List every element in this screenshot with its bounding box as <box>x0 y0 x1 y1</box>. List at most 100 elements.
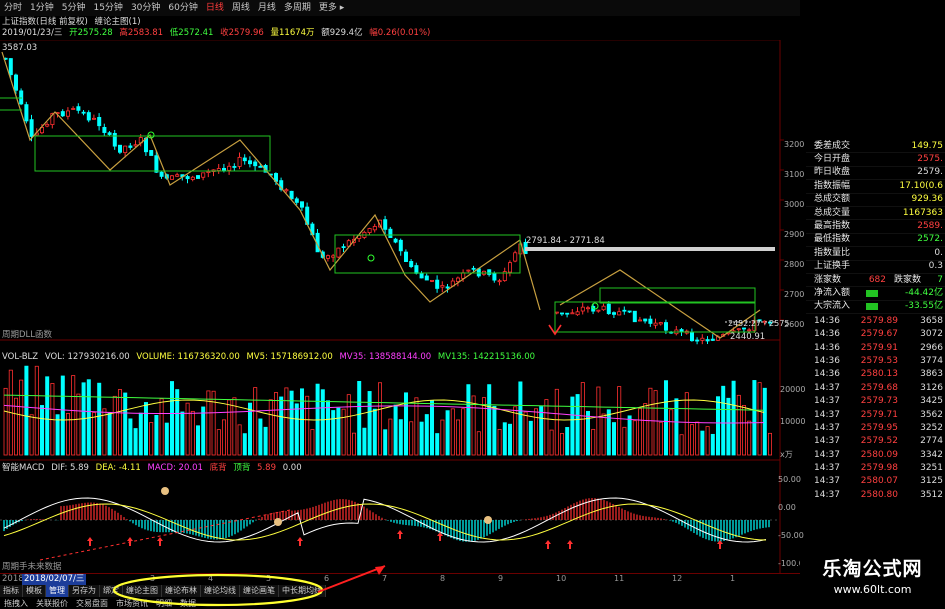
tick-row: 14:37 2580.80 3512 <box>806 488 945 501</box>
bottom-tab[interactable]: 中长期均线 <box>279 585 326 597</box>
bottom-link[interactable]: 关联报价 <box>32 598 72 609</box>
candle-body <box>107 132 112 135</box>
stat-label: 昨日收盘 <box>814 167 851 178</box>
volume-bar <box>752 380 757 456</box>
volume-tick: 20000 <box>780 385 806 394</box>
stat-label: 最低指数 <box>814 234 851 245</box>
volume-bar <box>138 412 143 456</box>
bottom-tab[interactable]: 模板 <box>23 585 46 597</box>
volume-bar <box>684 392 689 456</box>
inner-label: 2452.27 - 2575 <box>728 319 790 328</box>
candle-body <box>242 157 247 162</box>
candle-body <box>575 311 580 316</box>
formula-name[interactable]: 缠论主图(1) <box>95 17 141 27</box>
volume-bar <box>648 387 653 456</box>
candle-body <box>154 155 159 173</box>
volume-bar <box>747 420 752 456</box>
bottom-tab[interactable]: 管理 <box>46 585 69 597</box>
volume-bar <box>674 398 679 456</box>
bottom-tab[interactable]: 缠论均线 <box>201 585 240 597</box>
volume-bar <box>450 408 455 456</box>
chart-title: 上证指数(日线 前复权) <box>2 17 88 27</box>
tick-price: 2579.91 <box>860 342 898 353</box>
candle-body <box>185 176 190 180</box>
tick-price: 2579.53 <box>860 355 898 366</box>
stat-row: 总成交额 929.36 <box>806 194 945 207</box>
bottom-link[interactable]: 数据 <box>176 598 200 609</box>
period-tab[interactable]: 30分钟 <box>127 0 164 16</box>
period-tab[interactable]: 1分钟 <box>26 0 58 16</box>
volume-bar <box>544 399 549 456</box>
macd-indicator-name[interactable]: 智能MACD <box>2 463 44 473</box>
stats-list: 委差成交 149.75 今日开盘 2575. 昨日收盘 2579. 指数振幅 17.10(0.… <box>806 140 945 315</box>
stat-row: 指数振幅 17.10(0.6 <box>806 180 945 194</box>
chart-canvas[interactable] <box>0 40 806 585</box>
volume-bar <box>97 382 102 456</box>
candle-body <box>424 275 429 281</box>
bottom-tab[interactable]: 绑定 <box>100 585 123 597</box>
date-tick: 7 <box>382 574 388 583</box>
bottom-tab[interactable]: 缠论画笔 <box>240 585 279 597</box>
bottom-link[interactable]: 交易盘面 <box>72 598 112 609</box>
volume-bar <box>24 365 29 456</box>
period-tab[interactable]: 周线 <box>228 0 254 16</box>
period-tab[interactable]: 15分钟 <box>89 0 126 16</box>
period-tab[interactable]: 更多 ▸ <box>315 0 348 16</box>
volume-bar <box>341 408 346 456</box>
period-tab[interactable]: 5分钟 <box>58 0 90 16</box>
volume-bar <box>632 420 637 456</box>
period-tab[interactable]: 分时 <box>0 0 26 16</box>
period-tab[interactable]: 多周期 <box>280 0 315 16</box>
stat-value: -33.55亿 <box>904 301 943 312</box>
volume-bar <box>268 399 273 456</box>
dea-value: DEA: -4.11 <box>95 463 141 473</box>
price-tick: 3000 <box>784 200 805 209</box>
volume-bar <box>539 406 544 456</box>
period-tab[interactable]: 60分钟 <box>164 0 201 16</box>
buy-arrow-icon <box>127 537 133 546</box>
tick-volume: 3251 <box>920 463 943 474</box>
bottom-tab[interactable]: 缠论布林 <box>162 585 201 597</box>
volume-bar <box>149 422 154 456</box>
bottom-tab[interactable]: 缠论主图 <box>123 585 162 597</box>
volume-bar <box>612 422 617 456</box>
tick-time: 14:37 <box>814 422 840 433</box>
candle-body <box>414 265 419 274</box>
volume-bar <box>159 398 164 456</box>
candle-body <box>612 312 617 315</box>
volume-bar <box>372 408 377 456</box>
period-tab[interactable]: 月线 <box>254 0 280 16</box>
tick-time: 14:36 <box>814 329 840 340</box>
candle-body <box>60 111 65 117</box>
volume-bar <box>253 387 258 456</box>
stat-label: 最高指数 <box>814 221 851 232</box>
volume-bar <box>336 407 341 456</box>
period-tab[interactable]: 日线 <box>202 0 228 16</box>
tick-row: 14:36 2579.67 3072 <box>806 327 945 340</box>
date-tick: 3 <box>150 574 156 583</box>
bottom-link[interactable]: 拖拽入 <box>0 598 32 609</box>
volume-tick: 10000 <box>780 417 806 426</box>
stat-row: 最低指数 2572. <box>806 234 945 248</box>
bottom-link[interactable]: 明细 <box>152 598 176 609</box>
volume-bar <box>679 434 684 456</box>
mv35-value: MV35: 138588144.00 <box>339 352 432 362</box>
volume-indicator-name[interactable]: VOL-BLZ <box>2 352 38 362</box>
bottom-link[interactable]: 市场资讯 <box>112 598 152 609</box>
candle-body <box>253 161 258 167</box>
volume-value: VOLUME: 116736320.00 <box>136 352 240 362</box>
candle-body <box>435 279 440 289</box>
volume-bar <box>216 429 221 456</box>
volume-bar <box>658 421 663 456</box>
tick-volume: 3072 <box>920 329 943 340</box>
tick-row: 14:36 2579.53 3774 <box>806 354 945 367</box>
bottom-tab[interactable]: 另存为 <box>69 585 100 597</box>
level-label: 2791.84 - 2771.84 <box>526 236 605 246</box>
bottom-tab[interactable]: 指标 <box>0 585 23 597</box>
tick-price: 2579.98 <box>860 463 898 474</box>
candle-body <box>66 110 71 117</box>
buy-arrow-icon <box>545 540 551 549</box>
candle-body <box>388 228 393 238</box>
candle-body <box>617 311 622 316</box>
volume-bar <box>128 418 133 456</box>
